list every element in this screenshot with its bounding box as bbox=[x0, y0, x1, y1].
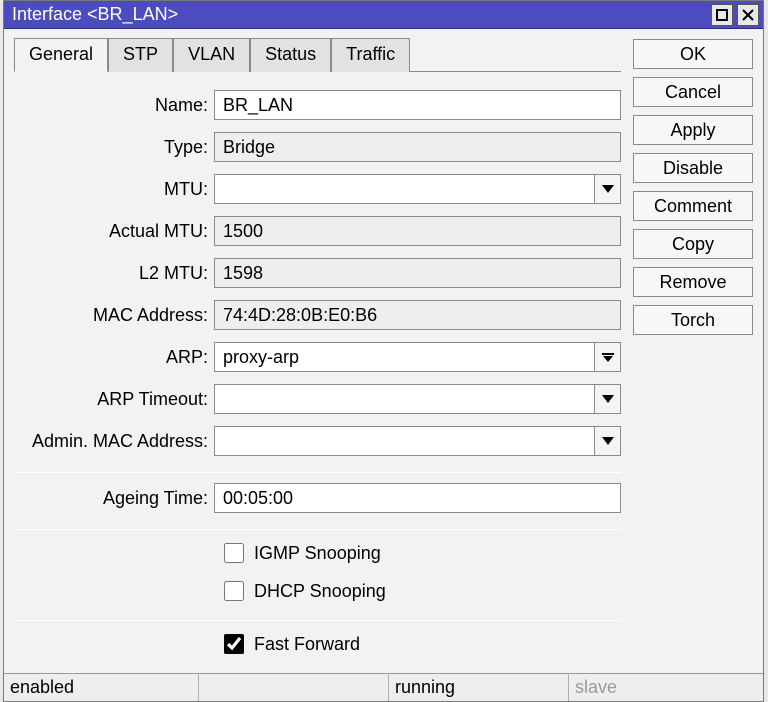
arp-dropdown-icon[interactable] bbox=[595, 342, 621, 372]
window-controls bbox=[711, 4, 759, 26]
remove-button[interactable]: Remove bbox=[633, 267, 753, 297]
mac-label: MAC Address: bbox=[14, 305, 214, 326]
l2-mtu-value: 1598 bbox=[214, 258, 621, 288]
arp-timeout-label: ARP Timeout: bbox=[14, 389, 214, 410]
admin-mac-dropdown-icon[interactable] bbox=[595, 426, 621, 456]
ageing-input[interactable] bbox=[214, 483, 621, 513]
dhcp-snooping-checkbox[interactable] bbox=[224, 581, 244, 601]
mtu-label: MTU: bbox=[14, 179, 214, 200]
arp-select[interactable] bbox=[214, 342, 595, 372]
fast-forward-checkbox[interactable] bbox=[224, 634, 244, 654]
type-value: Bridge bbox=[214, 132, 621, 162]
tab-stp[interactable]: STP bbox=[108, 38, 173, 72]
interface-window: Interface <BR_LAN> General STP VLAN Stat… bbox=[3, 0, 764, 702]
tab-strip: General STP VLAN Status Traffic bbox=[14, 38, 621, 72]
igmp-snooping-checkbox[interactable] bbox=[224, 543, 244, 563]
disable-button[interactable]: Disable bbox=[633, 153, 753, 183]
general-form: Name: Type: Bridge MTU: bbox=[14, 78, 621, 657]
ageing-label: Ageing Time: bbox=[14, 488, 214, 509]
mtu-input[interactable] bbox=[214, 174, 595, 204]
l2-mtu-label: L2 MTU: bbox=[14, 263, 214, 284]
fast-forward-row: Fast Forward bbox=[220, 631, 621, 657]
left-panel: General STP VLAN Status Traffic Name: Ty… bbox=[14, 37, 621, 669]
arp-timeout-input[interactable] bbox=[214, 384, 595, 414]
tab-status[interactable]: Status bbox=[250, 38, 331, 72]
divider bbox=[14, 529, 621, 530]
divider bbox=[14, 472, 621, 473]
fast-forward-label: Fast Forward bbox=[254, 634, 360, 655]
dhcp-snooping-row: DHCP Snooping bbox=[220, 578, 621, 604]
button-column: OK Cancel Apply Disable Comment Copy Rem… bbox=[633, 37, 753, 669]
cancel-button[interactable]: Cancel bbox=[633, 77, 753, 107]
comment-button[interactable]: Comment bbox=[633, 191, 753, 221]
mac-value: 74:4D:28:0B:E0:B6 bbox=[214, 300, 621, 330]
mtu-dropdown-icon[interactable] bbox=[595, 174, 621, 204]
admin-mac-label: Admin. MAC Address: bbox=[14, 431, 214, 452]
name-input[interactable] bbox=[214, 90, 621, 120]
apply-button[interactable]: Apply bbox=[633, 115, 753, 145]
tab-traffic[interactable]: Traffic bbox=[331, 38, 410, 72]
titlebar[interactable]: Interface <BR_LAN> bbox=[4, 1, 763, 29]
dhcp-snooping-label: DHCP Snooping bbox=[254, 581, 386, 602]
actual-mtu-label: Actual MTU: bbox=[14, 221, 214, 242]
arp-label: ARP: bbox=[14, 347, 214, 368]
torch-button[interactable]: Torch bbox=[633, 305, 753, 335]
type-label: Type: bbox=[14, 137, 214, 158]
arp-timeout-dropdown-icon[interactable] bbox=[595, 384, 621, 414]
maximize-icon[interactable] bbox=[711, 4, 733, 26]
name-label: Name: bbox=[14, 95, 214, 116]
admin-mac-input[interactable] bbox=[214, 426, 595, 456]
window-body: General STP VLAN Status Traffic Name: Ty… bbox=[4, 29, 763, 673]
tab-general[interactable]: General bbox=[14, 38, 108, 72]
copy-button[interactable]: Copy bbox=[633, 229, 753, 259]
status-bar: enabled running slave bbox=[4, 673, 763, 701]
close-icon[interactable] bbox=[737, 4, 759, 26]
ok-button[interactable]: OK bbox=[633, 39, 753, 69]
window-title: Interface <BR_LAN> bbox=[12, 4, 711, 25]
actual-mtu-value: 1500 bbox=[214, 216, 621, 246]
igmp-snooping-label: IGMP Snooping bbox=[254, 543, 381, 564]
igmp-snooping-row: IGMP Snooping bbox=[220, 540, 621, 566]
divider bbox=[14, 620, 621, 621]
tab-vlan[interactable]: VLAN bbox=[173, 38, 250, 72]
